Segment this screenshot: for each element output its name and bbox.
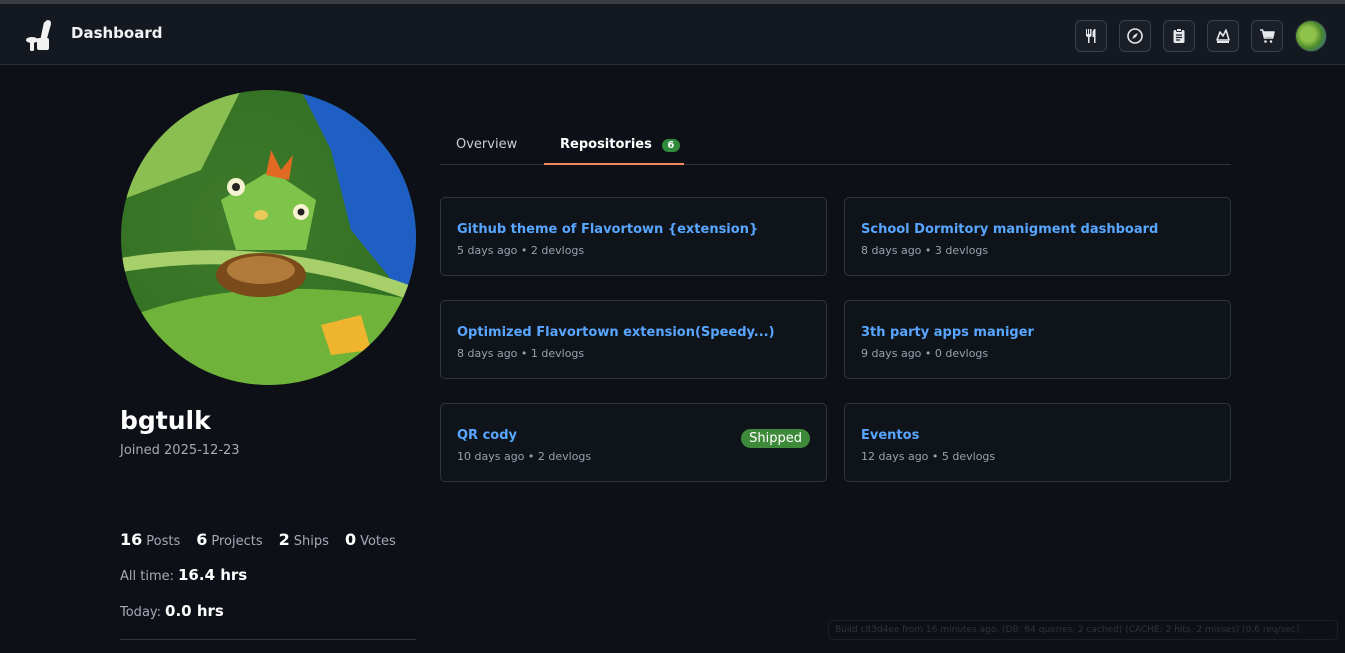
repo-title[interactable]: 3th party apps maniger (861, 325, 1034, 340)
repo-title[interactable]: Github theme of Flavortown {extension} (457, 222, 758, 237)
stat-value: 6 (196, 530, 208, 549)
repo-meta: 5 days ago • 2 devlogs (457, 244, 585, 257)
profile-picture (121, 90, 416, 385)
stat-label: Ships (293, 534, 329, 549)
repositories-count-badge: 6 (661, 139, 680, 152)
explore-button[interactable] (1119, 20, 1151, 52)
cart-icon (1260, 29, 1275, 43)
repo-card[interactable]: Optimized Flavortown extension(Speedy...… (440, 300, 827, 379)
tab-repositories[interactable]: Repositories 6 (544, 137, 684, 165)
stat-posts: 16 Posts (120, 530, 180, 549)
all-time-label: All time: (120, 569, 174, 584)
joined-date: Joined 2025-12-23 (120, 443, 240, 458)
utensils-button[interactable] (1075, 20, 1107, 52)
repo-title[interactable]: Eventos (861, 428, 919, 443)
all-time-hours: All time: 16.4 hrs (120, 566, 247, 584)
stat-value: 2 (278, 530, 290, 549)
stat-value: 0 (344, 530, 357, 549)
chef-hat-button[interactable] (1207, 20, 1239, 52)
repo-card[interactable]: QR cody 10 days ago • 2 devlogs Shipped (440, 403, 827, 482)
stat-value: 16 (120, 530, 143, 549)
stat-label: Posts (146, 534, 181, 549)
today-label: Today: (120, 605, 162, 620)
all-time-value: 16.4 hrs (178, 566, 248, 584)
user-avatar[interactable] (1295, 20, 1327, 52)
repo-meta: 8 days ago • 1 devlogs (457, 347, 585, 360)
repo-card[interactable]: 3th party apps maniger 9 days ago • 0 de… (844, 300, 1231, 379)
repo-title[interactable]: School Dormitory manigment dashboard (861, 222, 1158, 237)
stat-label: Votes (360, 534, 396, 549)
top-navbar: Dashboard (0, 4, 1345, 65)
tab-repositories-label: Repositories (560, 137, 652, 152)
brand-title[interactable]: Dashboard (71, 24, 162, 42)
compass-icon (1127, 28, 1143, 44)
repo-title[interactable]: Optimized Flavortown extension(Speedy...… (457, 325, 775, 340)
chef-logo-icon[interactable] (22, 18, 56, 52)
username: bgtulk (120, 406, 211, 435)
shipped-badge: Shipped (741, 429, 810, 448)
repo-title[interactable]: QR cody (457, 428, 517, 443)
today-value: 0.0 hrs (165, 602, 224, 620)
cart-button[interactable] (1251, 20, 1283, 52)
build-info-footer: Build c83d4ee from 16 minutes ago. (DB: … (828, 620, 1338, 640)
profile-stats: 16 Posts 6 Projects 2 Ships 0 Votes (120, 530, 396, 549)
clipboard-button[interactable] (1163, 20, 1195, 52)
repo-meta: 10 days ago • 2 devlogs (457, 450, 592, 463)
profile-tabs: Overview Repositories 6 (440, 127, 1231, 165)
tab-overview[interactable]: Overview (456, 137, 517, 152)
profile-divider (120, 639, 416, 640)
repo-meta: 12 days ago • 5 devlogs (861, 450, 996, 463)
today-hours: Today: 0.0 hrs (120, 602, 224, 620)
clipboard-icon (1173, 28, 1185, 43)
repo-card[interactable]: School Dormitory manigment dashboard 8 d… (844, 197, 1231, 276)
stat-votes: 0 Votes (345, 530, 396, 549)
repo-card[interactable]: Github theme of Flavortown {extension} 5… (440, 197, 827, 276)
utensils-icon (1086, 29, 1096, 43)
stat-label: Projects (211, 534, 263, 549)
stat-projects: 6 Projects (196, 530, 262, 549)
stat-ships: 2 Ships (279, 530, 329, 549)
repo-card[interactable]: Eventos 12 days ago • 5 devlogs (844, 403, 1231, 482)
repo-meta: 8 days ago • 3 devlogs (861, 244, 989, 257)
chef-hat-icon (1216, 29, 1230, 43)
repo-meta: 9 days ago • 0 devlogs (861, 347, 989, 360)
